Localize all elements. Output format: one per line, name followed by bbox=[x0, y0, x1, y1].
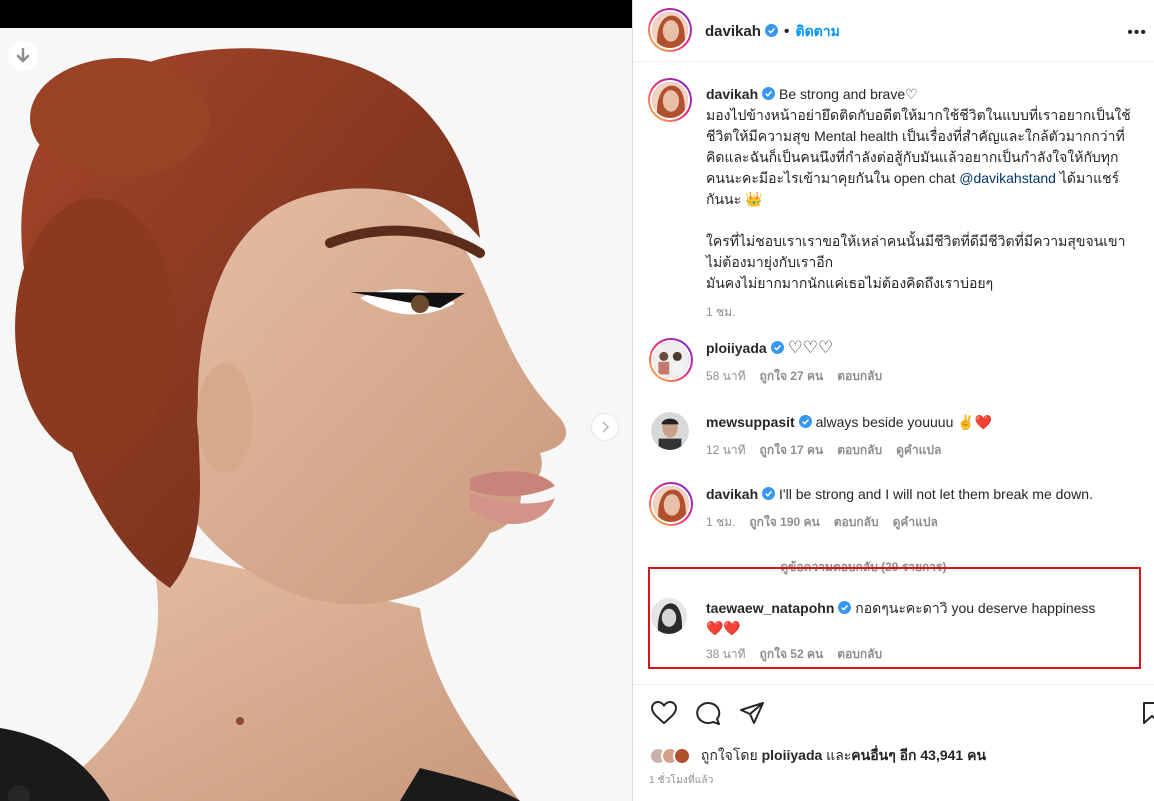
post-time-ago: 1 ชั่วโมงที่แล้ว bbox=[649, 775, 714, 786]
comment-username[interactable]: davikah bbox=[706, 486, 758, 502]
comment-likes[interactable]: ถูกใจ 27 คน bbox=[760, 369, 824, 383]
comment-bubble-icon[interactable] bbox=[695, 701, 721, 725]
avatar-image bbox=[651, 412, 689, 450]
verified-badge-icon bbox=[762, 487, 776, 500]
comment-text: ♡♡♡ bbox=[787, 338, 834, 357]
caption-line: มันคงไม่ยากมากนักแค่เธอไม่ต้องคิดถึงเราบ… bbox=[706, 275, 994, 291]
caption-line: คิดและฉันก็เป็นคนนึงที่กำลังต่อสู้กับมัน… bbox=[706, 149, 1119, 165]
commenter-avatar[interactable] bbox=[651, 412, 689, 450]
author-avatar[interactable] bbox=[648, 8, 692, 52]
caption-line: มองไปข้างหน้าอย่ายึดติดกับอดีตให้มากใช้ช… bbox=[706, 107, 1131, 123]
likes-summary: ถูกใจโดย ploiiyada และคนอื่นๆ อีก 43,941… bbox=[649, 745, 986, 767]
comment-username[interactable]: ploiiyada bbox=[706, 340, 767, 356]
liker-username[interactable]: ploiiyada bbox=[762, 747, 823, 763]
download-button[interactable] bbox=[8, 41, 38, 71]
comment-text: I'll be strong and I will not let them b… bbox=[779, 486, 1093, 502]
caption-line: ได้มาแชร์ bbox=[1055, 170, 1120, 186]
reply-button[interactable]: ตอบกลับ bbox=[837, 443, 882, 457]
verified-badge-icon bbox=[798, 415, 812, 428]
caption-first-line: Be strong and brave♡ bbox=[779, 86, 918, 102]
translate-button[interactable]: ดูคำแปล bbox=[893, 515, 938, 529]
author-username[interactable]: davikah bbox=[705, 23, 761, 40]
avatar-image bbox=[653, 342, 689, 378]
caption-line: ใครที่ไม่ชอบเราเราขอให้เหล่าคนนั้นมีชีวิ… bbox=[706, 233, 1126, 249]
chevron-right-icon bbox=[602, 421, 610, 433]
follow-button[interactable]: ติดตาม bbox=[795, 23, 839, 39]
caption-avatar[interactable] bbox=[648, 78, 692, 122]
comment-username[interactable]: mewsuppasit bbox=[706, 414, 795, 430]
next-image-button[interactable] bbox=[592, 414, 618, 440]
commenter-avatar[interactable] bbox=[649, 338, 693, 382]
caption-line: ชีวิตให้มีความสุข Mental health เป็นเรื่… bbox=[706, 128, 1125, 144]
avatar-image bbox=[653, 486, 689, 522]
bookmark-icon[interactable] bbox=[1141, 701, 1154, 725]
top-black-bar bbox=[0, 0, 632, 28]
commenter-avatar[interactable] bbox=[649, 482, 693, 526]
likes-prefix: ถูกใจโดย bbox=[700, 747, 762, 763]
likes-mid: และ bbox=[822, 747, 852, 763]
mention-link[interactable]: @davikahstand bbox=[959, 170, 1056, 186]
separator-dot: • bbox=[783, 23, 790, 40]
verified-badge-icon bbox=[770, 341, 784, 354]
reply-button[interactable]: ตอบกลับ bbox=[837, 369, 882, 383]
reply-button[interactable]: ตอบกลับ bbox=[834, 515, 879, 529]
comment-text: always beside youuuu ✌️❤️ bbox=[815, 414, 993, 430]
more-options-button[interactable]: ••• bbox=[1127, 24, 1147, 42]
caption-username[interactable]: davikah bbox=[706, 86, 758, 102]
post-header: davikah • ติดตาม ••• bbox=[633, 0, 1154, 62]
portrait-illustration bbox=[0, 28, 632, 801]
post-side-panel: davikah • ติดตาม ••• davikah Be strong and… bbox=[632, 0, 1154, 801]
caption-line: กันนะ 👑 bbox=[706, 191, 763, 207]
instagram-post-view: davikah • ติดตาม ••• davikah Be strong and… bbox=[0, 0, 1154, 801]
comment-likes[interactable]: ถูกใจ 190 คน bbox=[749, 515, 819, 529]
verified-badge-icon bbox=[762, 87, 776, 100]
post-actions: ถูกใจโดย ploiiyada และคนอื่นๆ อีก 43,941… bbox=[633, 684, 1154, 801]
caption-time: 1 ชม. bbox=[706, 305, 736, 319]
download-icon bbox=[16, 48, 30, 63]
share-send-icon[interactable] bbox=[739, 701, 765, 725]
post-caption: davikah Be strong and brave♡ มองไปข้างหน… bbox=[706, 84, 1154, 323]
avatar-image bbox=[652, 12, 688, 48]
post-photo[interactable] bbox=[0, 0, 632, 801]
comment-time: 1 ชม. bbox=[706, 515, 736, 529]
liker-avatar bbox=[673, 747, 691, 766]
comment-time: 58 นาที bbox=[706, 369, 746, 383]
tagged-people-button[interactable] bbox=[8, 785, 30, 801]
others-likes-link[interactable]: คนอื่นๆ อีก 43,941 คน bbox=[851, 747, 986, 763]
highlight-box bbox=[648, 567, 1141, 669]
like-heart-icon[interactable] bbox=[651, 701, 677, 725]
caption-line: ไม่ต้องมายุ่งกับเราอีก bbox=[706, 254, 834, 270]
avatar-image bbox=[652, 82, 688, 118]
caption-line: คนนะคะมีอะไรเข้ามาคุยกันใน open chat bbox=[706, 170, 960, 186]
translate-button[interactable]: ดูคำแปล bbox=[896, 443, 941, 457]
comment-time: 12 นาที bbox=[706, 443, 746, 457]
verified-badge-icon bbox=[764, 24, 778, 37]
comment-likes[interactable]: ถูกใจ 17 คน bbox=[760, 443, 824, 457]
